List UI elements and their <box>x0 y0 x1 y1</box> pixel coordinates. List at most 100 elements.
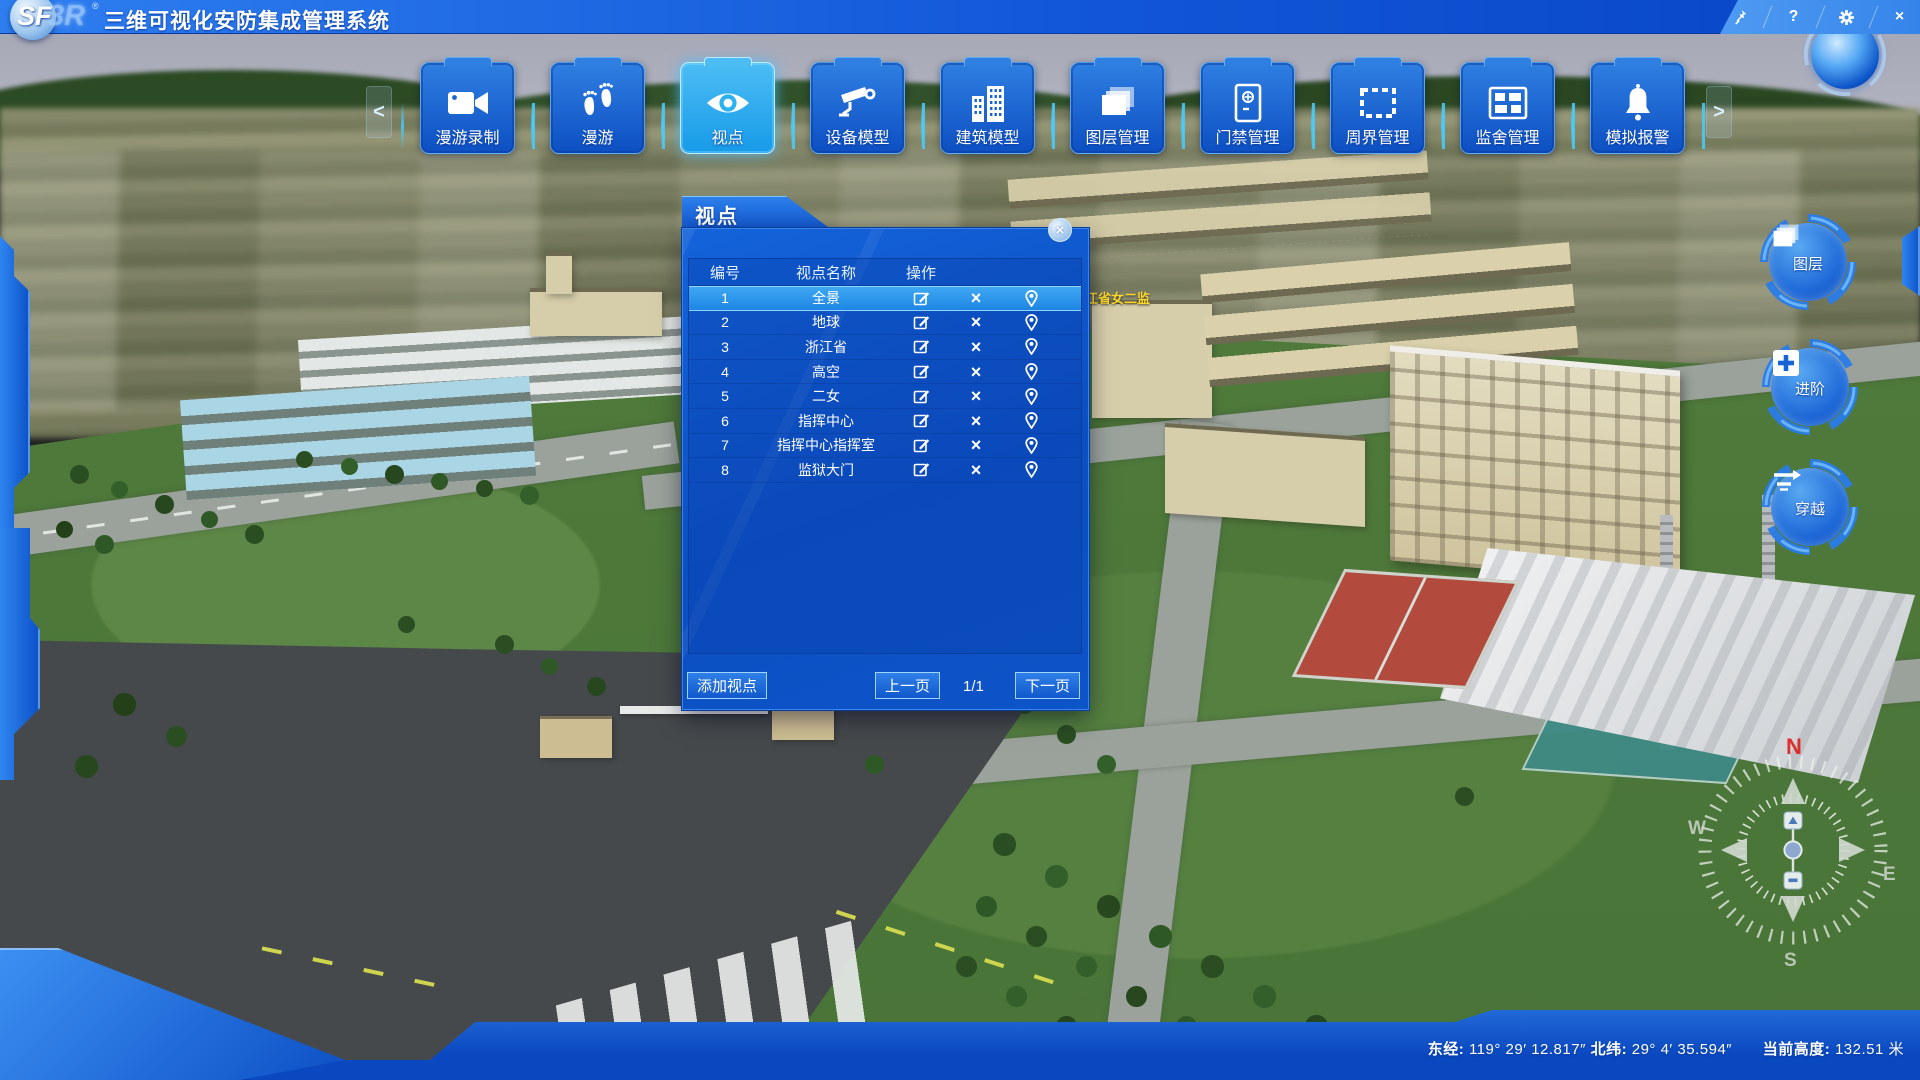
delete-icon[interactable]: × <box>951 289 1001 307</box>
toolbar-label: 模拟报警 <box>1605 130 1669 148</box>
locate-pin-icon[interactable] <box>1001 437 1061 454</box>
compass-navigation-widget[interactable]: N W E S <box>1678 728 1908 973</box>
locate-pin-icon[interactable] <box>1001 461 1061 478</box>
compass-west: W <box>1688 818 1706 839</box>
layers-icon <box>1098 80 1138 126</box>
table-row[interactable]: 4 高空 × <box>689 360 1081 385</box>
add-viewpoint-button[interactable]: 添加视点 <box>687 672 767 699</box>
scene-building <box>546 252 572 294</box>
toolbar-label: 视点 <box>711 130 743 148</box>
locate-pin-icon[interactable] <box>1001 290 1061 307</box>
edit-icon[interactable] <box>891 412 951 429</box>
table-rows: 1 全景 × 2 地球 × 3 浙江省 <box>689 286 1081 483</box>
table-header-row: 编号 视点名称 操作 <box>689 259 1081 286</box>
next-page-button[interactable]: 下一页 <box>1015 672 1080 699</box>
table-row[interactable]: 8 监狱大门 × <box>689 458 1081 483</box>
longitude-label: 东经: <box>1428 1041 1465 1058</box>
help-icon[interactable]: ? <box>1779 4 1809 30</box>
edit-icon[interactable] <box>891 290 951 307</box>
toolbar-item-perimeter-management[interactable]: 周界管理 <box>1330 62 1425 154</box>
locate-pin-icon[interactable] <box>1001 412 1061 429</box>
toolbar-label: 监舍管理 <box>1475 130 1539 148</box>
toolbar-label: 建筑模型 <box>955 130 1019 148</box>
dialog-close-icon[interactable]: × <box>1048 218 1072 242</box>
row-name: 浙江省 <box>761 337 891 357</box>
delete-icon[interactable]: × <box>951 461 1001 479</box>
longitude-value: 119° 29′ 12.817″ <box>1469 1041 1586 1058</box>
scene-gatehouse <box>540 716 612 758</box>
logo-sf-text: SF <box>17 1 52 32</box>
side-button-layers[interactable]: 图层 <box>1758 212 1858 312</box>
row-id: 4 <box>689 364 761 380</box>
toolbar-label: 周界管理 <box>1345 130 1409 148</box>
delete-icon[interactable]: × <box>951 412 1001 430</box>
toolbar-item-viewpoint[interactable]: 视点 <box>680 62 775 154</box>
cctv-camera-icon <box>837 80 879 126</box>
delete-icon[interactable]: × <box>951 387 1001 405</box>
toolbar-label: 门禁管理 <box>1215 130 1279 148</box>
locate-pin-icon[interactable] <box>1001 338 1061 355</box>
access-door-icon <box>1234 80 1262 126</box>
perimeter-icon <box>1358 80 1398 126</box>
page-indicator: 1/1 <box>963 678 984 695</box>
toolbar-item-building-model[interactable]: 建筑模型 <box>940 62 1035 154</box>
toolbar-item-device-model[interactable]: 设备模型 <box>810 62 905 154</box>
toolbar-label: 漫游 <box>581 130 613 148</box>
toolbar-label: 设备模型 <box>825 130 889 148</box>
locate-pin-icon[interactable] <box>1001 363 1061 380</box>
row-name: 指挥中心指挥室 <box>761 435 891 455</box>
video-camera-icon <box>447 80 489 126</box>
toolbar-item-access-control[interactable]: 门禁管理 <box>1200 62 1295 154</box>
delete-icon[interactable]: × <box>951 363 1001 381</box>
row-name: 高空 <box>761 362 891 382</box>
delete-icon[interactable]: × <box>951 313 1001 331</box>
edit-icon[interactable] <box>891 437 951 454</box>
side-button-label: 穿越 <box>1795 498 1825 519</box>
header-id: 编号 <box>689 262 761 283</box>
side-button-advanced[interactable]: 进阶 <box>1760 337 1860 437</box>
row-id: 7 <box>689 437 761 453</box>
toolbar-item-roam[interactable]: 漫游 <box>550 62 645 154</box>
edit-icon[interactable] <box>891 461 951 478</box>
edit-icon[interactable] <box>891 388 951 405</box>
row-id: 6 <box>689 413 761 429</box>
row-name: 指挥中心 <box>761 411 891 431</box>
header-actions: 操作 <box>891 262 951 283</box>
toolbar-item-alarm-simulation[interactable]: 模拟报警 <box>1590 62 1685 154</box>
buildings-icon <box>970 80 1006 126</box>
locate-pin-icon[interactable] <box>1001 314 1061 331</box>
table-row[interactable]: 1 全景 × <box>689 286 1081 311</box>
window-controls: ? × <box>1720 0 1920 34</box>
toolbar-item-layer-management[interactable]: 图层管理 <box>1070 62 1165 154</box>
table-row[interactable]: 5 二女 × <box>689 384 1081 409</box>
toolbar-item-cell-management[interactable]: 监舍管理 <box>1460 62 1555 154</box>
delete-icon[interactable]: × <box>951 436 1001 454</box>
scene-building <box>1165 423 1365 527</box>
edit-icon[interactable] <box>891 338 951 355</box>
row-name: 二女 <box>761 386 891 406</box>
delete-icon[interactable]: × <box>951 338 1001 356</box>
status-coordinates: 东经: 119° 29′ 12.817″ 北纬: 29° 4′ 35.594″ … <box>1428 1038 1904 1059</box>
table-row[interactable]: 2 地球 × <box>689 311 1081 336</box>
row-id: 1 <box>689 290 761 306</box>
pin-icon[interactable] <box>1726 4 1756 30</box>
prev-page-button[interactable]: 上一页 <box>875 672 940 699</box>
toolbar-item-roam-record[interactable]: 漫游录制 <box>420 62 515 154</box>
locate-pin-icon[interactable] <box>1001 388 1061 405</box>
table-row[interactable]: 7 指挥中心指挥室 × <box>689 434 1081 459</box>
close-window-icon[interactable]: × <box>1885 4 1915 30</box>
side-button-traverse[interactable]: 穿越 <box>1760 457 1860 557</box>
viewpoint-table: 编号 视点名称 操作 1 全景 × 2 地球 × <box>688 258 1082 654</box>
settings-gear-icon[interactable] <box>1832 4 1862 30</box>
pan-left-arrow <box>1721 838 1747 862</box>
footprints-icon <box>580 80 616 126</box>
header-name: 视点名称 <box>761 262 891 283</box>
toolbar-next-arrow[interactable]: > <box>1706 86 1732 138</box>
toolbar-label: 图层管理 <box>1085 130 1149 148</box>
edit-icon[interactable] <box>891 314 951 331</box>
table-row[interactable]: 3 浙江省 × <box>689 335 1081 360</box>
table-row[interactable]: 6 指挥中心 × <box>689 409 1081 434</box>
edit-icon[interactable] <box>891 363 951 380</box>
scene-dorm-building <box>1390 345 1680 585</box>
toolbar-prev-arrow[interactable]: < <box>366 86 392 138</box>
